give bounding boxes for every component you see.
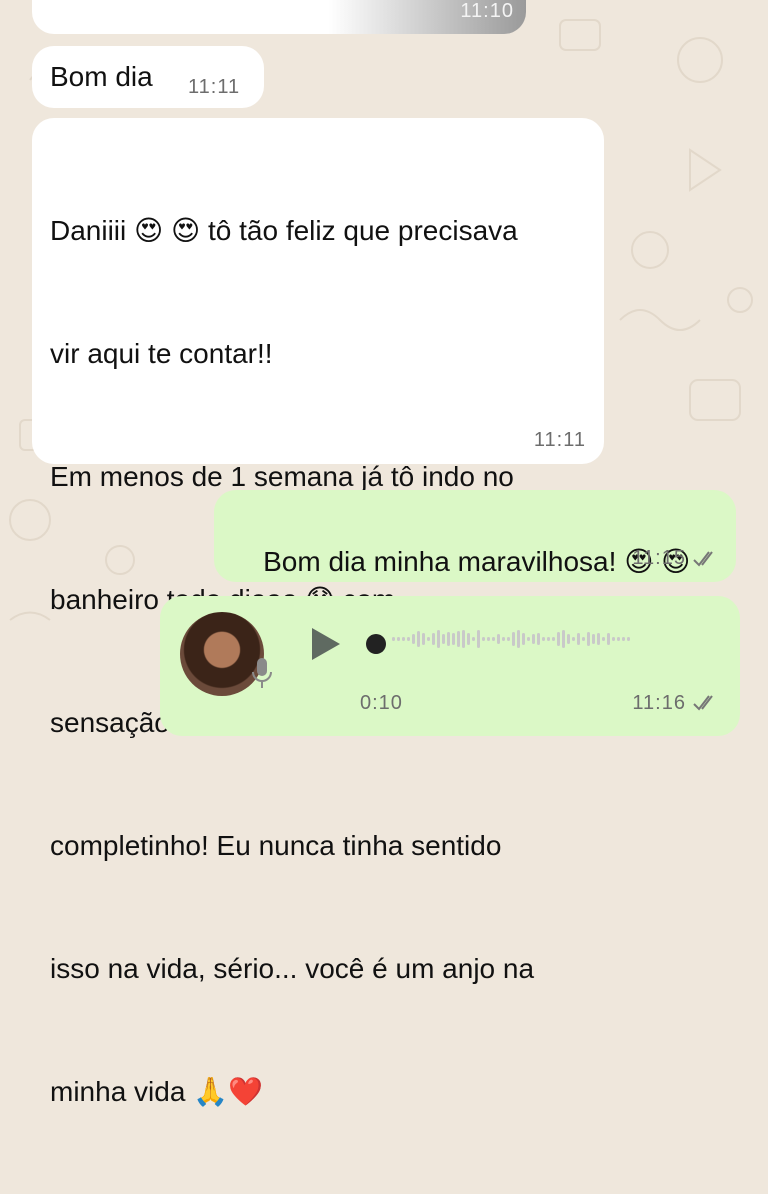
message-bubble-previous[interactable]: 11:10: [32, 0, 526, 34]
message-time: 11:11: [533, 429, 586, 451]
message-bubble-outgoing[interactable]: Bom dia minha maravilhosa! 😍 😍 11:15: [214, 490, 736, 582]
voice-duration: 0:10: [360, 692, 403, 714]
message-time: 11:16: [632, 692, 686, 714]
message-bubble-incoming-long[interactable]: Daniiii 😍 😍 tô tão feliz que precisava v…: [32, 118, 604, 1108]
message-time: 11:15: [632, 547, 686, 569]
red-heart-emoji-icon: ❤️: [228, 1075, 263, 1108]
text-line: minha vida: [50, 1076, 186, 1107]
message-text: Bom dia: [50, 61, 153, 92]
double-check-icon: [693, 551, 713, 567]
text-line: Daniiii: [50, 215, 127, 246]
text-line: vir aqui te contar!!: [50, 338, 273, 369]
heart-eyes-emoji-icon: 😍: [134, 214, 164, 247]
message-bubble-incoming[interactable]: Bom dia 11:11: [32, 46, 264, 108]
mic-icon: [252, 658, 272, 688]
message-time: 11:11: [188, 76, 241, 98]
heart-eyes-emoji-icon: 😍: [171, 214, 201, 247]
pray-emoji-icon: 🙏: [193, 1075, 229, 1108]
double-check-icon: [693, 695, 713, 711]
text-line: completinho! Eu nunca tinha sentido: [50, 830, 502, 861]
voice-waveform[interactable]: [392, 630, 712, 658]
message-time: 11:10: [460, 0, 514, 22]
text-line: isso na vida, sério... você é um anjo na: [50, 953, 535, 984]
text-line: tô tão feliz que precisava: [208, 215, 518, 246]
text-line: Bom dia minha maravilhosa!: [263, 546, 617, 577]
play-icon[interactable]: [308, 626, 342, 662]
voice-message-bubble[interactable]: 0:10 11:16: [160, 596, 740, 736]
voice-progress-handle[interactable]: [366, 634, 386, 654]
